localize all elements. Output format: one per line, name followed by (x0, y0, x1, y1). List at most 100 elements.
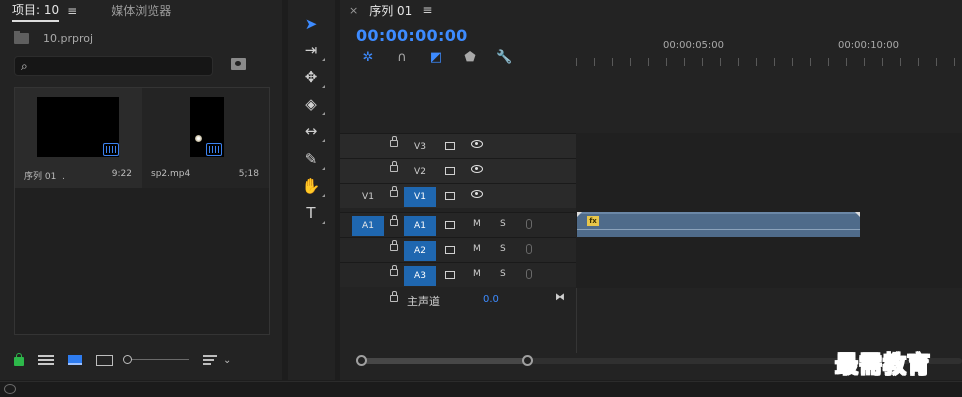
creative-cloud-icon[interactable] (4, 384, 16, 394)
zoom-slider-handle[interactable] (123, 355, 132, 364)
zoom-slider-track (127, 359, 189, 360)
icon-view-icon[interactable] (68, 355, 82, 365)
sync-lock-icon[interactable] (445, 221, 455, 229)
lock-icon[interactable] (390, 161, 398, 172)
search-input[interactable]: ⌕ (14, 56, 213, 76)
track-name[interactable]: A2 (404, 241, 436, 261)
master-volume-value[interactable]: 0.0 (483, 294, 499, 305)
eye-icon[interactable] (471, 165, 483, 173)
timeline-tab[interactable]: × 序列 01 ≡ (340, 0, 432, 20)
microphone-icon[interactable] (526, 269, 532, 279)
lock-icon[interactable] (390, 186, 398, 197)
time-ruler[interactable]: 00:00:05:00 00:00:10:00 (576, 40, 962, 68)
ruler-ticks (576, 58, 962, 66)
snap-icon[interactable]: ✲ (360, 50, 376, 65)
panel-menu-icon[interactable]: ≡ (67, 2, 77, 20)
lock-icon[interactable] (390, 291, 398, 302)
source-patch[interactable] (352, 266, 384, 286)
search-icon: ⌕ (21, 59, 28, 73)
status-bar (0, 381, 962, 397)
sync-lock-icon[interactable] (445, 271, 455, 279)
tab-project[interactable]: 项目: 10 ≡ (0, 0, 77, 22)
clip-end-marker (855, 212, 860, 217)
scroll-thumb[interactable] (361, 358, 528, 364)
lock-icon[interactable] (14, 353, 24, 366)
add-marker-target-icon[interactable]: ◩ (428, 50, 444, 65)
tab-media-browser[interactable]: 媒体浏览器 (99, 0, 171, 22)
track-name[interactable]: V2 (404, 162, 436, 182)
clip-name: sp2.mp4 (151, 169, 191, 179)
video-icon (206, 143, 222, 156)
clip-area[interactable] (576, 133, 962, 288)
source-patch[interactable] (352, 137, 384, 157)
solo-button[interactable]: S (500, 269, 506, 279)
lock-icon[interactable] (390, 240, 398, 251)
mute-button[interactable]: M (473, 269, 481, 279)
mute-button[interactable]: M (473, 219, 481, 229)
track-name[interactable]: V3 (404, 137, 436, 157)
razor-tool-icon[interactable]: ◈ (300, 93, 325, 115)
mute-button[interactable]: M (473, 244, 481, 254)
chevron-down-icon[interactable]: ⌄ (223, 355, 231, 366)
project-tabs: 项目: 10 ≡ 媒体浏览器 (0, 0, 282, 22)
source-patch[interactable] (352, 241, 384, 261)
slip-tool-icon[interactable]: ↔ (300, 120, 325, 142)
folder-icon (14, 31, 29, 44)
sync-lock-icon[interactable] (445, 167, 455, 175)
ruler-label: 00:00:10:00 (838, 40, 900, 51)
track-name[interactable]: A3 (404, 266, 436, 286)
clip-name: 序列 01 . (24, 172, 65, 182)
list-view-icon[interactable] (38, 355, 54, 365)
playhead-timecode[interactable]: 00:00:00:00 (356, 26, 468, 45)
sync-lock-icon[interactable] (445, 246, 455, 254)
eye-icon[interactable] (471, 140, 483, 148)
sequence-icon (103, 143, 119, 156)
scroll-handle-left[interactable] (356, 355, 367, 366)
ripple-edit-tool-icon[interactable]: ✥ (300, 66, 325, 88)
track-select-tool-icon[interactable]: ⇥ (300, 39, 325, 61)
light-spot (195, 135, 202, 142)
timeline-toolbar: ✲ ∩ ◩ ⬟ 🔧 (360, 50, 530, 65)
solo-button[interactable]: S (500, 219, 506, 229)
clip-duration: 5;18 (238, 169, 259, 179)
timeline-panel: × 序列 01 ≡ 00:00:00:00 ✲ ∩ ◩ ⬟ 🔧 00:00:05… (340, 0, 962, 380)
linked-selection-icon[interactable]: ∩ (394, 50, 410, 65)
clip-volume-line (577, 229, 860, 230)
tab-project-label: 项目: 10 (12, 1, 60, 22)
clip-card-sequence[interactable]: 序列 01 . 9:22 (15, 88, 142, 188)
sort-icon[interactable] (203, 355, 217, 365)
zoom-slider[interactable] (123, 355, 189, 365)
lock-icon[interactable] (390, 265, 398, 276)
selection-tool-icon[interactable]: ➤ (300, 13, 322, 35)
lock-icon[interactable] (390, 136, 398, 147)
hand-tool-icon[interactable]: ✋ (300, 175, 325, 197)
clip-card-video[interactable]: sp2.mp4 5;18 (142, 88, 269, 188)
eye-icon[interactable] (471, 190, 483, 198)
close-icon[interactable]: × (349, 4, 358, 17)
panel-menu-icon[interactable]: ≡ (422, 3, 432, 17)
pen-tool-icon[interactable]: ✎ (300, 148, 325, 170)
source-patch[interactable]: V1 (352, 187, 384, 207)
marker-icon[interactable]: ⬟ (462, 50, 478, 65)
sync-lock-icon[interactable] (445, 192, 455, 200)
microphone-icon[interactable] (526, 244, 532, 254)
new-bin-icon[interactable] (231, 58, 246, 70)
go-to-end-icon[interactable]: ⧓ (555, 292, 567, 303)
sync-lock-icon[interactable] (445, 142, 455, 150)
microphone-icon[interactable] (526, 219, 532, 229)
master-track-row: 主声道 0.0 ⧓ (340, 286, 576, 312)
source-patch[interactable]: A1 (352, 216, 384, 236)
solo-button[interactable]: S (500, 244, 506, 254)
track-name[interactable]: A1 (404, 216, 436, 236)
track-name[interactable]: V1 (404, 187, 436, 207)
project-panel: 项目: 10 ≡ 媒体浏览器 10.prproj ⌕ 序列 01 . 9:22 … (0, 0, 282, 380)
scroll-handle-right[interactable] (522, 355, 533, 366)
type-tool-icon[interactable]: T (300, 202, 325, 224)
watermark: 最需教育 (835, 351, 931, 379)
lock-icon[interactable] (390, 215, 398, 226)
wrench-icon[interactable]: 🔧 (496, 50, 512, 65)
source-patch[interactable] (352, 162, 384, 182)
sequence-title: 序列 01 (369, 3, 413, 18)
audio-clip[interactable]: fx (577, 212, 860, 237)
freeform-view-icon[interactable] (96, 354, 113, 366)
